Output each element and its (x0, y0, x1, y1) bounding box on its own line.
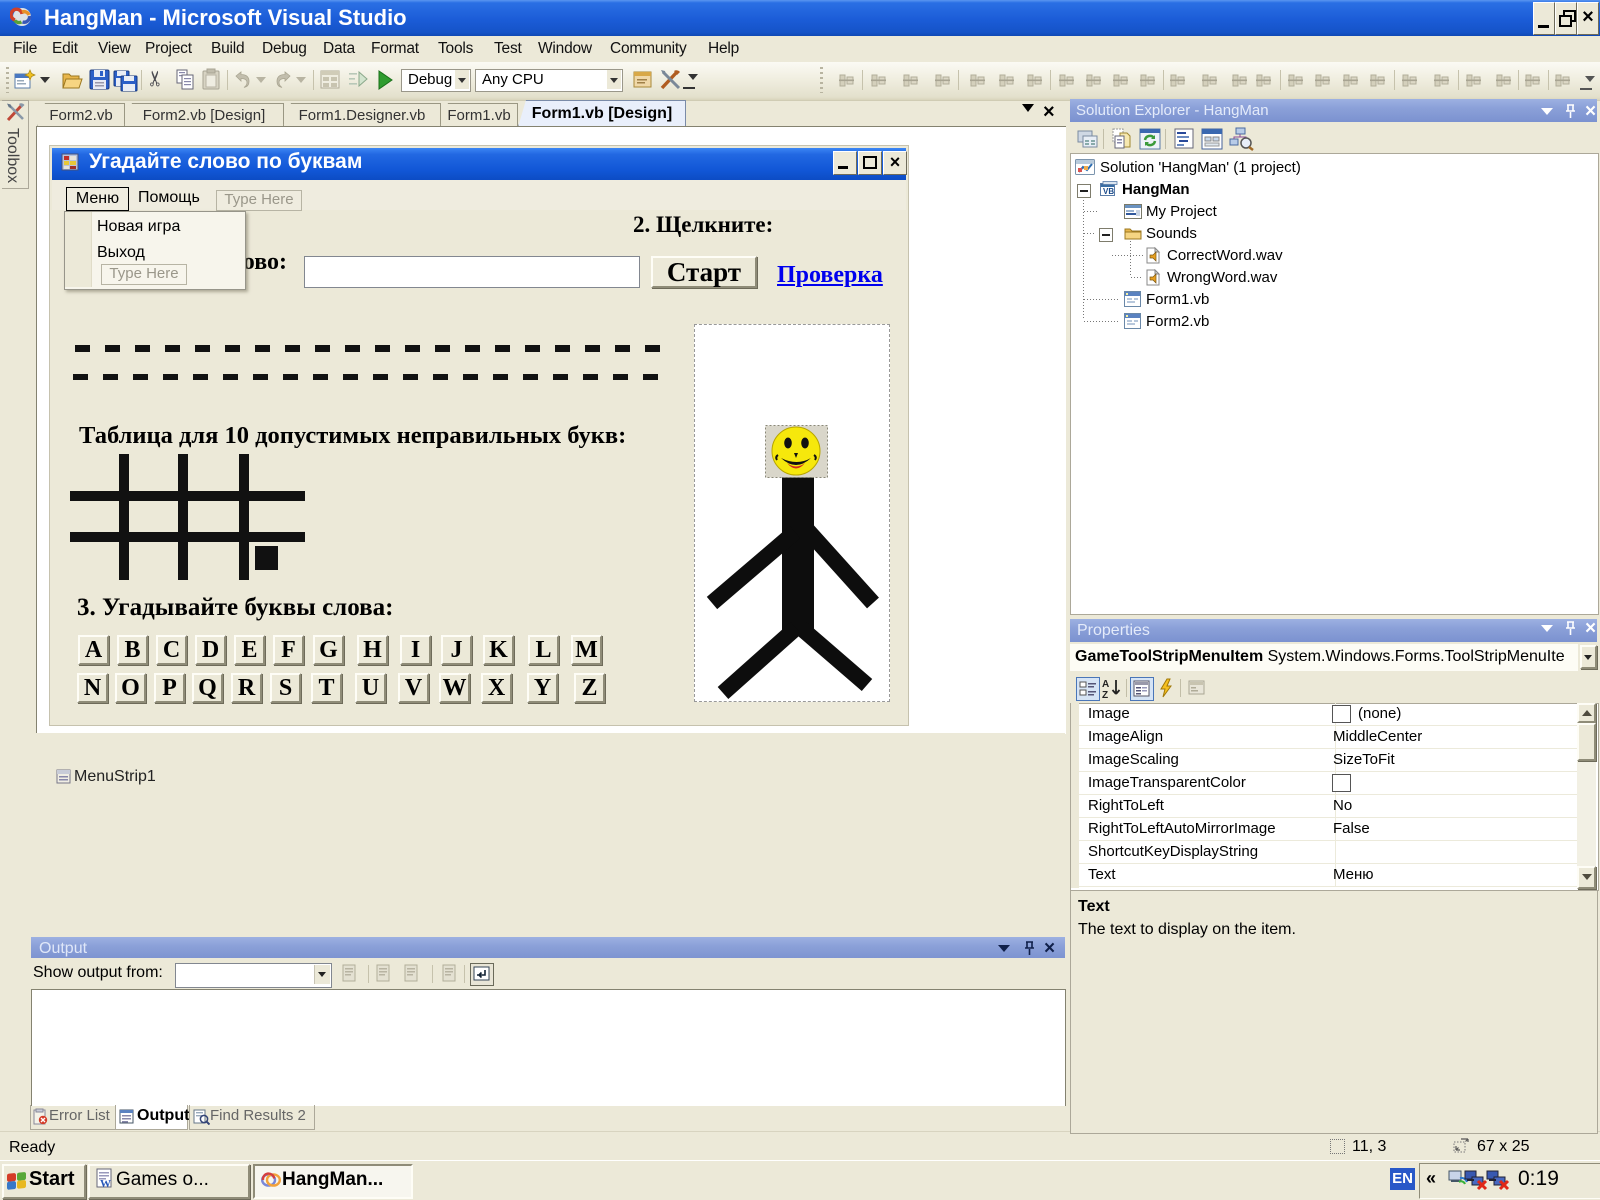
svg-text:VB: VB (1103, 187, 1114, 196)
svg-text:Z: Z (1102, 690, 1108, 699)
svg-text:W: W (100, 1178, 111, 1190)
svg-text:A: A (1102, 679, 1109, 690)
